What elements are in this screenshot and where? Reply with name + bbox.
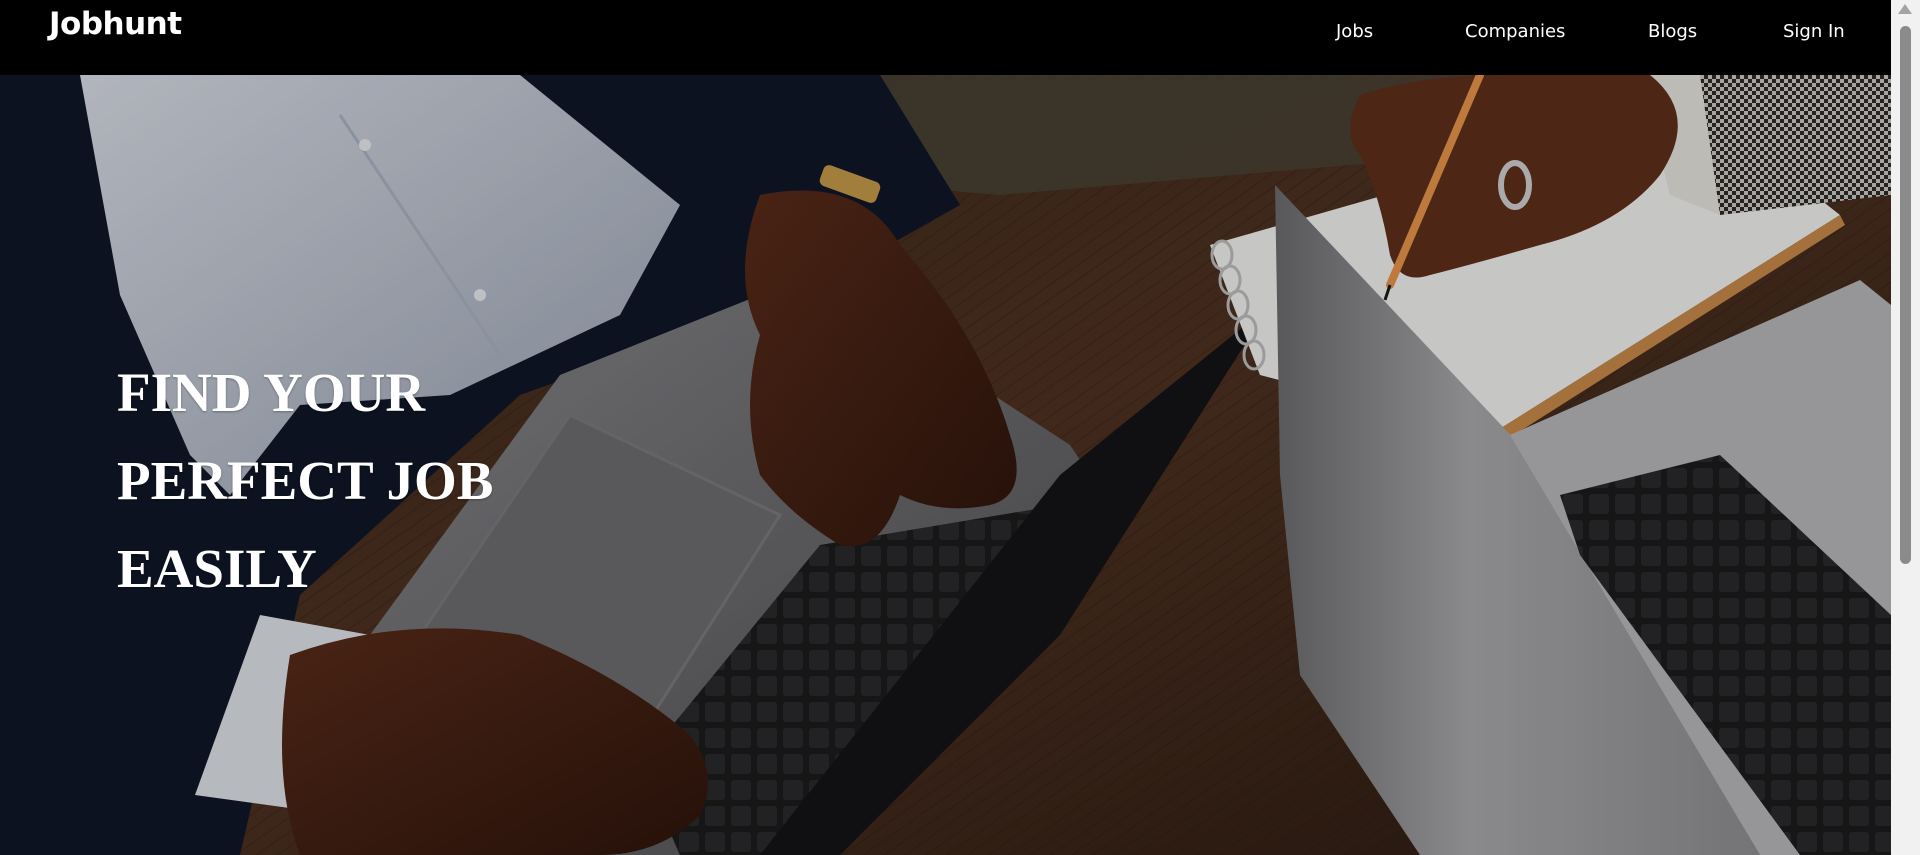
brand-logo[interactable]: Jobhunt [49, 6, 182, 42]
page: Jobhunt Jobs Companies Blogs Sign In FIN… [0, 0, 1920, 855]
nav-link-sign-in[interactable]: Sign In [1783, 21, 1845, 42]
vertical-scrollbar[interactable] [1891, 0, 1920, 855]
hero-headline-line-3: EASILY [117, 538, 317, 599]
nav-link-jobs[interactable]: Jobs [1336, 21, 1373, 42]
nav-link-companies[interactable]: Companies [1465, 21, 1565, 42]
hero-section: FIND YOUR PERFECT JOB EASILY [0, 75, 1891, 855]
scrollbar-thumb[interactable] [1900, 26, 1911, 564]
nav-link-blogs[interactable]: Blogs [1648, 21, 1697, 42]
scroll-up-arrow-icon[interactable] [1898, 4, 1912, 14]
hero-headline: FIND YOUR PERFECT JOB EASILY [117, 349, 493, 613]
hero-headline-line-1: FIND YOUR [117, 362, 426, 423]
navbar: Jobhunt Jobs Companies Blogs Sign In [0, 0, 1891, 75]
hero-headline-line-2: PERFECT JOB [117, 450, 494, 511]
